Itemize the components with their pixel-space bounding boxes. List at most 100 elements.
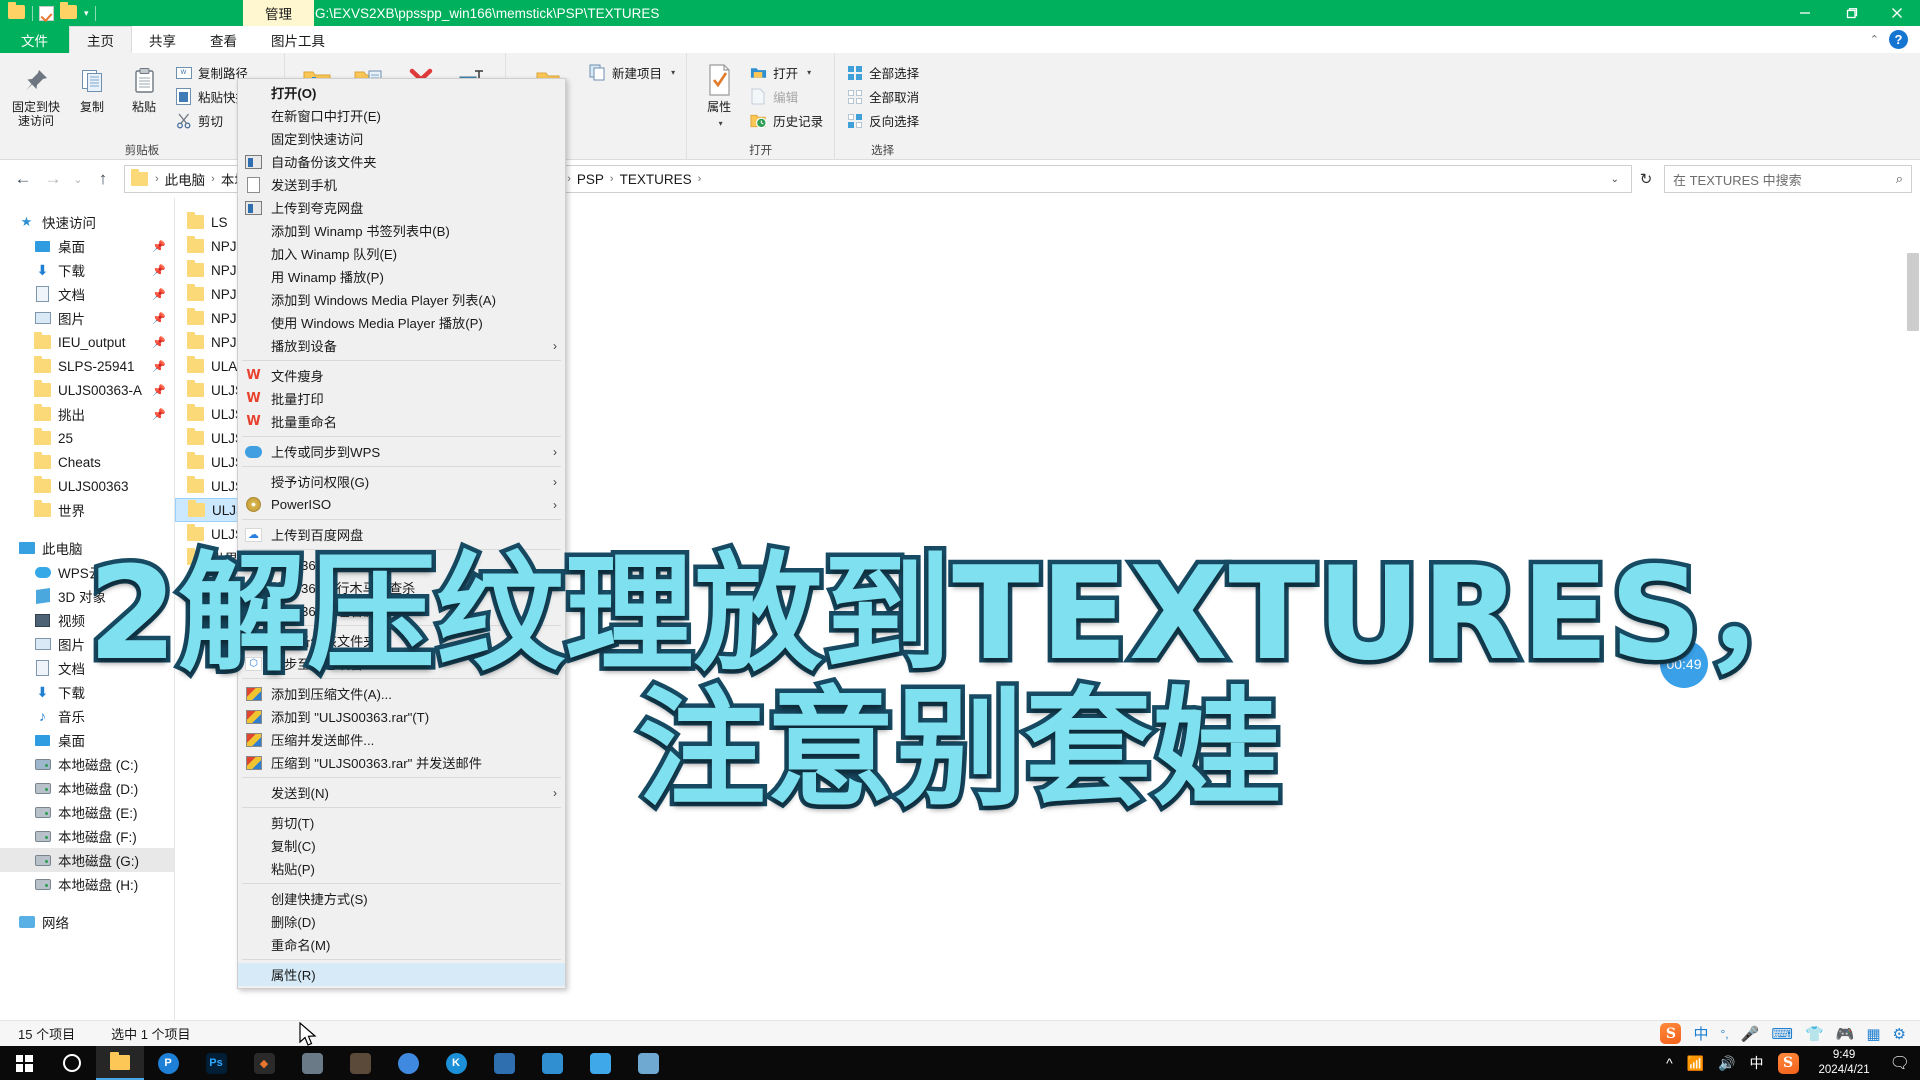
content-pane[interactable]	[338, 198, 1920, 1020]
properties-button[interactable]: 属性 ▾	[693, 60, 745, 134]
notifications-icon[interactable]: 🗨	[1890, 1053, 1910, 1073]
back-button[interactable]: ←	[8, 164, 38, 194]
menu-item-open[interactable]: 打开(O)	[238, 81, 565, 104]
select-none-button[interactable]: 全部取消	[841, 86, 924, 107]
menu-item-delete[interactable]: 删除(D)	[238, 910, 565, 933]
sidebar-item-drive-h[interactable]: 本地磁盘 (H:)	[0, 872, 174, 896]
sogou-ime-icon[interactable]: S	[1777, 1052, 1799, 1074]
pin-icon[interactable]: 📌	[152, 360, 166, 373]
menu-item-batch-print[interactable]: W 批量打印	[238, 387, 565, 410]
breadcrumb-textures[interactable]: TEXTURES	[616, 172, 696, 187]
close-button[interactable]	[1874, 0, 1920, 26]
menu-item-winamp-bookmark[interactable]: 添加到 Winamp 书签列表中(B)	[238, 219, 565, 242]
menu-item-grant-access[interactable]: 授予访问权限(G) ›	[238, 470, 565, 493]
sidebar-item-pictures-pc[interactable]: 图片	[0, 632, 174, 656]
menu-item-360-trojan-scan[interactable]: ✛ 使用 360进行木马云查杀	[238, 576, 565, 599]
menu-item-cast-to-device[interactable]: 播放到设备 ›	[238, 334, 565, 357]
refresh-button[interactable]: ↻	[1632, 165, 1660, 193]
menu-item-copy[interactable]: 复制(C)	[238, 834, 565, 857]
taskbar-file-explorer[interactable]	[96, 1046, 144, 1080]
chevron-down-icon[interactable]: ▾	[807, 68, 811, 77]
recent-locations-button[interactable]: ⌄	[68, 164, 88, 194]
copy-button[interactable]: 复制	[66, 60, 118, 117]
ime-lang-toggle[interactable]: 中	[1693, 1023, 1708, 1044]
menu-item-upload-baidu[interactable]: ☁ 上传到百度网盘	[238, 523, 565, 546]
sidebar-item-downloads-pc[interactable]: ⬇ 下载	[0, 680, 174, 704]
sidebar-item-music[interactable]: ♪ 音乐	[0, 704, 174, 728]
sidebar-item-tiaochu[interactable]: 挑出 📌	[0, 402, 174, 426]
sogou-ime-icon[interactable]: S	[1660, 1023, 1682, 1044]
maximize-button[interactable]	[1828, 0, 1874, 26]
chevron-up-icon[interactable]: ⌃	[1870, 33, 1879, 46]
pin-to-quick-access-button[interactable]: 固定到快 速访问	[6, 60, 66, 131]
menu-item-batch-rename[interactable]: W 批量重命名	[238, 410, 565, 433]
tab-share[interactable]: 共享	[132, 26, 193, 53]
taskbar-media[interactable]	[528, 1046, 576, 1080]
sidebar-item-documents[interactable]: 文档 📌	[0, 282, 174, 306]
sidebar-item-videos[interactable]: 视频	[0, 608, 174, 632]
sidebar-item-drive-d[interactable]: 本地磁盘 (D:)	[0, 776, 174, 800]
sidebar-item-downloads[interactable]: ⬇ 下载 📌	[0, 258, 174, 282]
menu-item-add-to-archive[interactable]: 添加到压缩文件(A)...	[238, 682, 565, 705]
taskbar-clock[interactable]: 9:49 2024/4/21	[1813, 1048, 1876, 1078]
sidebar-item-slps-25941[interactable]: SLPS-25941 📌	[0, 354, 174, 378]
mic-icon[interactable]: 🎤	[1741, 1025, 1760, 1043]
taskbar-tool[interactable]	[288, 1046, 336, 1080]
breadcrumb-psp[interactable]: PSP	[573, 172, 608, 187]
taskbar-search-button[interactable]	[48, 1046, 96, 1080]
taskbar-note[interactable]	[624, 1046, 672, 1080]
nav-header-network[interactable]: 网络	[0, 910, 174, 934]
invert-selection-button[interactable]: 反向选择	[841, 110, 924, 131]
breadcrumb-this-pc[interactable]: 此电脑	[161, 169, 210, 189]
taskbar-kugou[interactable]: K	[432, 1046, 480, 1080]
tab-picture-tools[interactable]: 图片工具	[254, 26, 342, 53]
sidebar-item-desktop-pc[interactable]: 桌面	[0, 728, 174, 752]
folder-icon[interactable]	[8, 1, 26, 22]
menu-item-auto-backup-folder-2[interactable]: ⬡ 自动备份该文件夹	[238, 629, 565, 652]
search-input[interactable]: 在 TEXTURES 中搜索	[1673, 170, 1896, 189]
new-folder-icon[interactable]	[60, 1, 78, 22]
menu-item-create-shortcut[interactable]: 创建快捷方式(S)	[238, 887, 565, 910]
menu-item-upload-sync-wps[interactable]: 上传或同步到WPS ›	[238, 440, 565, 463]
sidebar-item-ieu-output[interactable]: IEU_output 📌	[0, 330, 174, 354]
chevron-down-icon[interactable]: ⌄	[1605, 174, 1625, 185]
search-box[interactable]: 在 TEXTURES 中搜索 ⌕	[1664, 165, 1912, 193]
menu-item-compress-and-email[interactable]: 压缩并发送邮件...	[238, 728, 565, 751]
select-all-button[interactable]: 全部选择	[841, 62, 924, 83]
menu-item-sync-other-devices[interactable]: ⬡ 同步至其它设备	[238, 652, 565, 675]
search-icon[interactable]: ⌕	[1896, 171, 1903, 187]
up-button[interactable]: ↑	[88, 164, 118, 194]
sidebar-item-shijie[interactable]: 世界	[0, 498, 174, 522]
taskbar-chrome[interactable]	[384, 1046, 432, 1080]
vertical-scrollbar[interactable]	[1905, 198, 1920, 1020]
pin-icon[interactable]: 📌	[152, 336, 166, 349]
sidebar-item-drive-g[interactable]: 本地磁盘 (G:)	[0, 848, 174, 872]
taskbar-photoshop[interactable]: Ps	[192, 1046, 240, 1080]
sidebar-item-drive-f[interactable]: 本地磁盘 (F:)	[0, 824, 174, 848]
tray-ime-icon[interactable]: 中	[1750, 1053, 1764, 1073]
context-menu[interactable]: 打开(O) 在新窗口中打开(E) 固定到快速访问 自动备份该文件夹 发送到手机 …	[237, 78, 566, 989]
taskbar-adobe[interactable]: ◆	[240, 1046, 288, 1080]
tray-chevron-up-icon[interactable]: ^	[1666, 1055, 1673, 1071]
pin-icon[interactable]: 📌	[152, 312, 166, 325]
open-button[interactable]: 打开 ▾	[745, 62, 828, 83]
pin-icon[interactable]: 📌	[152, 408, 166, 421]
tab-view[interactable]: 查看	[193, 26, 254, 53]
pin-icon[interactable]: 📌	[152, 240, 166, 253]
properties-check-icon[interactable]	[39, 5, 54, 21]
network-icon[interactable]: 📶	[1687, 1055, 1704, 1072]
menu-item-upload-quark[interactable]: 上传到夸克网盘	[238, 196, 565, 219]
tab-file[interactable]: 文件	[0, 26, 69, 53]
menu-item-open-new-window[interactable]: 在新窗口中打开(E)	[238, 104, 565, 127]
volume-icon[interactable]: 🔊	[1718, 1055, 1735, 1072]
sidebar-item-25[interactable]: 25	[0, 426, 174, 450]
nav-header-this-pc[interactable]: 此电脑	[0, 536, 174, 560]
settings-icon[interactable]: ⚙	[1893, 1025, 1906, 1043]
menu-item-wmp-add-list[interactable]: 添加到 Windows Media Player 列表(A)	[238, 288, 565, 311]
sidebar-item-uljs00363-a[interactable]: ULJS00363-A 📌	[0, 378, 174, 402]
menu-item-winamp-play[interactable]: 用 Winamp 播放(P)	[238, 265, 565, 288]
menu-item-paste[interactable]: 粘贴(P)	[238, 857, 565, 880]
gamepad-icon[interactable]: 🎮	[1836, 1025, 1855, 1043]
menu-item-pin-quick-access[interactable]: 固定到快速访问	[238, 127, 565, 150]
paste-button[interactable]: 粘贴	[118, 60, 170, 117]
